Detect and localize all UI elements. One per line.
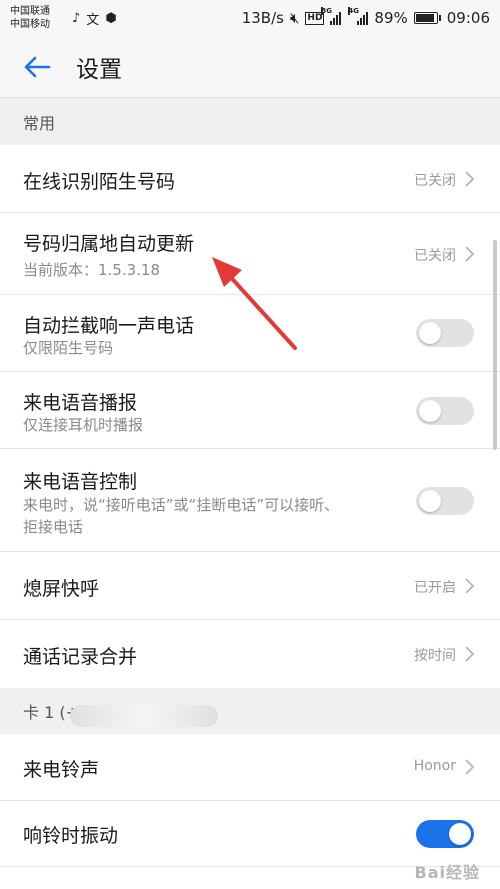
setting-vibrate: 响铃时振动 [0,801,500,867]
app-icon: ⬢ [105,10,117,26]
status-bar: 中国联通 中国移动 ♪ 文 ⬢ 13B/s 🔇︎ HD 3G 4G 89% 09… [0,0,500,36]
toggle-knob [419,322,441,344]
toggle-knob [419,490,441,512]
chevron-right-icon [465,759,475,775]
setting-identify-unknown[interactable]: 在线识别陌生号码 已关闭 [0,145,500,213]
network-speed: 13B/s [241,9,284,27]
notification-icons: ♪ 文 ⬢ [72,9,117,28]
chevron-right-icon [465,171,475,187]
translate-icon: 文 [86,12,100,28]
app-bar: 设置 [0,36,500,98]
signal-3g-icon: 3G [321,7,342,25]
setting-value: 已关闭 [414,173,456,189]
setting-ringtone[interactable]: 来电铃声 Honor [0,734,500,801]
chevron-right-icon [465,646,475,662]
toggle-knob [449,823,471,845]
vibrate-toggle[interactable] [416,820,474,848]
setting-label: 来电语音播报 [23,392,138,414]
setting-label: 通话记录合并 [23,646,138,668]
chevron-right-icon [465,578,475,594]
voice-broadcast-toggle[interactable] [416,397,474,425]
page-title: 设置 [76,56,122,83]
block-one-ring-toggle[interactable] [416,319,474,347]
setting-subtitle-line2: 拒接电话 [23,518,84,536]
voice-control-toggle[interactable] [416,487,474,515]
setting-merge-log[interactable]: 通话记录合并 按时间 [0,620,500,688]
setting-label: 响铃时振动 [23,825,119,847]
battery-icon [413,12,441,24]
status-right: 13B/s 🔇︎ HD 3G 4G 89% 09:06 [241,7,490,27]
mute-icon: 🔇︎ [289,9,300,27]
chevron-right-icon [465,246,475,262]
setting-auto-update[interactable]: 号码归属地自动更新 当前版本：1.5.3.18 已关闭 [0,213,500,295]
carrier-2: 中国移动 [10,19,50,30]
setting-value: 已关闭 [414,248,456,264]
section-header-common: 常用 [0,99,500,145]
setting-subtitle-line1: 来电时，说“接听电话”或“挂断电话”可以接听、 [23,496,340,514]
setting-label: 熄屏快呼 [23,578,100,600]
clock: 09:06 [446,9,490,27]
setting-voice-broadcast: 来电语音播报 仅连接耳机时播报 [0,372,500,449]
setting-subtitle: 当前版本：1.5.3.18 [23,261,161,279]
tiktok-icon: ♪ [72,10,81,26]
setting-block-one-ring: 自动拦截响一声电话 仅限陌生号码 [0,295,500,372]
setting-subtitle: 仅连接耳机时播报 [23,416,144,434]
setting-subtitle: 仅限陌生号码 [23,339,114,357]
setting-label: 在线识别陌生号码 [23,171,176,193]
back-arrow-icon [24,56,51,77]
setting-voice-control: 来电语音控制 来电时，说“接听电话”或“挂断电话”可以接听、 拒接电话 [0,449,500,552]
setting-label: 来电铃声 [23,759,100,781]
setting-label: 号码归属地自动更新 [23,233,195,255]
setting-label: 来电语音控制 [23,471,138,493]
net-3g-label: 3G [321,7,333,15]
setting-label: 自动拦截响一声电话 [23,315,195,337]
signal-4g-icon: 4G [348,7,369,25]
carrier-1: 中国联通 [10,6,50,17]
back-button[interactable] [20,50,54,84]
setting-value: Honor [413,758,456,774]
setting-screen-off-call[interactable]: 熄屏快呼 已开启 [0,552,500,620]
scrollbar[interactable] [493,240,497,450]
watermark: Bai经验 [415,859,480,883]
watermark-text: Bai经验 [414,863,480,882]
toggle-knob [419,400,441,422]
setting-value: 按时间 [414,648,456,664]
battery-percent: 89% [374,9,408,27]
redacted-phone-number [70,705,218,727]
setting-value: 已开启 [414,580,456,596]
carrier-labels: 中国联通 中国移动 [10,5,68,31]
net-4g-label: 4G [348,7,360,15]
